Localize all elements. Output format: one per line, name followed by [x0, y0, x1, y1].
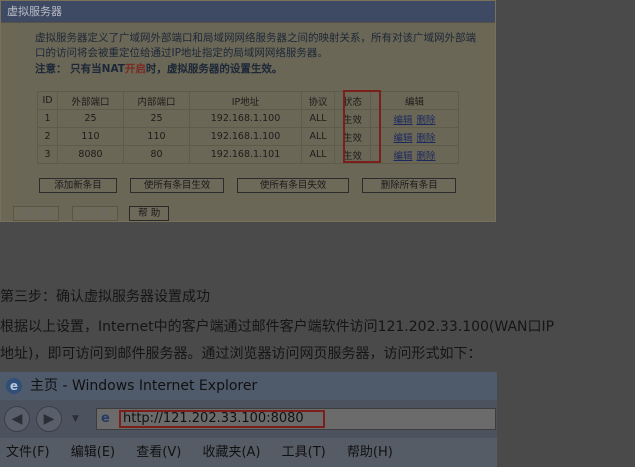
help-button[interactable]: 帮 助 [129, 206, 170, 221]
cell-protocol: ALL [301, 145, 335, 164]
article-paragraph: 根据以上设置，Internet中的客户端通过邮件客户端软件访问121.202.3… [0, 314, 635, 368]
paragraph-line: 根据以上设置，Internet中的客户端通过邮件客户端软件访问121.202.3… [0, 319, 555, 335]
cell-ext-port: 8080 [57, 145, 124, 164]
menu-tools[interactable]: 工具(T) [282, 445, 326, 460]
prev-page-button[interactable]: 上一页 [13, 206, 59, 221]
virtual-server-table: ID 外部端口 内部端口 IP地址 协议 状态 编辑 1 25 25 192.1… [37, 91, 459, 164]
edit-link[interactable]: 编辑 [393, 133, 412, 144]
virtual-server-panel: 虚拟服务器 虚拟服务器定义了广域网外部端口和局域网网络服务器之间的映射关系，所有… [0, 0, 496, 222]
panel-description: 虚拟服务器定义了广域网外部端口和局域网网络服务器之间的映射关系，所有对该广域网外… [35, 32, 476, 59]
edit-link[interactable]: 编辑 [393, 151, 412, 162]
ie-nav-bar: ◀ ▶ ▼ e http://121.202.33.100:8080 [0, 400, 497, 438]
menu-file[interactable]: 文件(F) [6, 445, 50, 460]
enable-all-button[interactable]: 使所有条目生效 [130, 178, 225, 193]
ie-menu-bar: 文件(F) 编辑(E) 查看(V) 收藏夹(A) 工具(T) 帮助(H) [0, 438, 497, 467]
cell-int-port: 80 [123, 145, 190, 164]
cell-ext-port: 25 [57, 109, 124, 128]
add-entry-button[interactable]: 添加新条目 [39, 178, 117, 193]
col-int-port: 内部端口 [123, 91, 190, 110]
cell-protocol: ALL [301, 127, 335, 146]
ie-window-title: 主页 - Windows Internet Explorer [30, 378, 258, 394]
cell-edit: 编辑 删除 [370, 127, 459, 146]
action-button-row: 添加新条目 使所有条目生效 使所有条目失效 删除所有条目 [39, 173, 464, 193]
cell-int-port: 110 [123, 127, 190, 146]
cell-protocol: ALL [301, 109, 335, 128]
step-heading: 第三步：确认虚拟服务器设置成功 [0, 289, 210, 305]
pager-row: 上一页 下一页 帮 助 [13, 201, 177, 221]
cell-ip: 192.168.1.100 [189, 109, 302, 128]
page-icon: e [101, 411, 110, 426]
col-ip: IP地址 [189, 91, 302, 110]
delete-link[interactable]: 删除 [417, 151, 436, 162]
delete-link[interactable]: 删除 [417, 133, 436, 144]
table-row: 2 110 110 192.168.1.100 ALL 生效 编辑 删除 [37, 127, 459, 146]
cell-id: 1 [37, 109, 58, 128]
table-row: 3 8080 80 192.168.1.101 ALL 生效 编辑 删除 [37, 145, 459, 164]
panel-title: 虚拟服务器 [1, 1, 495, 23]
cell-id: 3 [37, 145, 58, 164]
col-edit: 编辑 [370, 91, 459, 110]
disable-all-button[interactable]: 使所有条目失效 [237, 178, 350, 193]
history-dropdown-icon[interactable]: ▼ [72, 414, 79, 424]
delete-all-button[interactable]: 删除所有条目 [362, 178, 457, 193]
cell-id: 2 [37, 127, 58, 146]
ie-window: e 主页 - Windows Internet Explorer ◀ ▶ ▼ e… [0, 372, 497, 467]
paragraph-line: 地址)，即可访问到邮件服务器。通过浏览器访问网页服务器，访问形式如下： [0, 346, 482, 362]
cell-ip: 192.168.1.101 [189, 145, 302, 164]
menu-view[interactable]: 查看(V) [136, 445, 181, 460]
cell-ext-port: 110 [57, 127, 124, 146]
ie-title-bar: e 主页 - Windows Internet Explorer [0, 372, 497, 400]
forward-arrow-icon[interactable]: ▶ [36, 406, 62, 432]
url-field[interactable]: http://121.202.33.100:8080 [119, 410, 325, 428]
menu-help[interactable]: 帮助(H) [347, 445, 393, 460]
menu-edit[interactable]: 编辑(E) [71, 445, 115, 460]
delete-link[interactable]: 删除 [417, 115, 436, 126]
col-ext-port: 外部端口 [57, 91, 124, 110]
ie-logo-icon: e [6, 378, 22, 394]
col-id: ID [37, 91, 58, 110]
next-page-button[interactable]: 下一页 [72, 206, 119, 221]
col-protocol: 协议 [301, 91, 335, 110]
back-arrow-icon[interactable]: ◀ [4, 406, 30, 432]
menu-favorites[interactable]: 收藏夹(A) [202, 445, 260, 460]
cell-edit: 编辑 删除 [370, 145, 459, 164]
edit-link[interactable]: 编辑 [393, 115, 412, 126]
status-highlight-box [343, 90, 381, 163]
table-row: 1 25 25 192.168.1.100 ALL 生效 编辑 删除 [37, 109, 459, 128]
cell-edit: 编辑 删除 [370, 109, 459, 128]
cell-ip: 192.168.1.100 [189, 127, 302, 146]
address-bar[interactable]: e http://121.202.33.100:8080 [96, 408, 496, 430]
panel-note: 注意： 只有当NAT开启时，虚拟服务器的设置生效。 [35, 63, 283, 75]
cell-int-port: 25 [123, 109, 190, 128]
